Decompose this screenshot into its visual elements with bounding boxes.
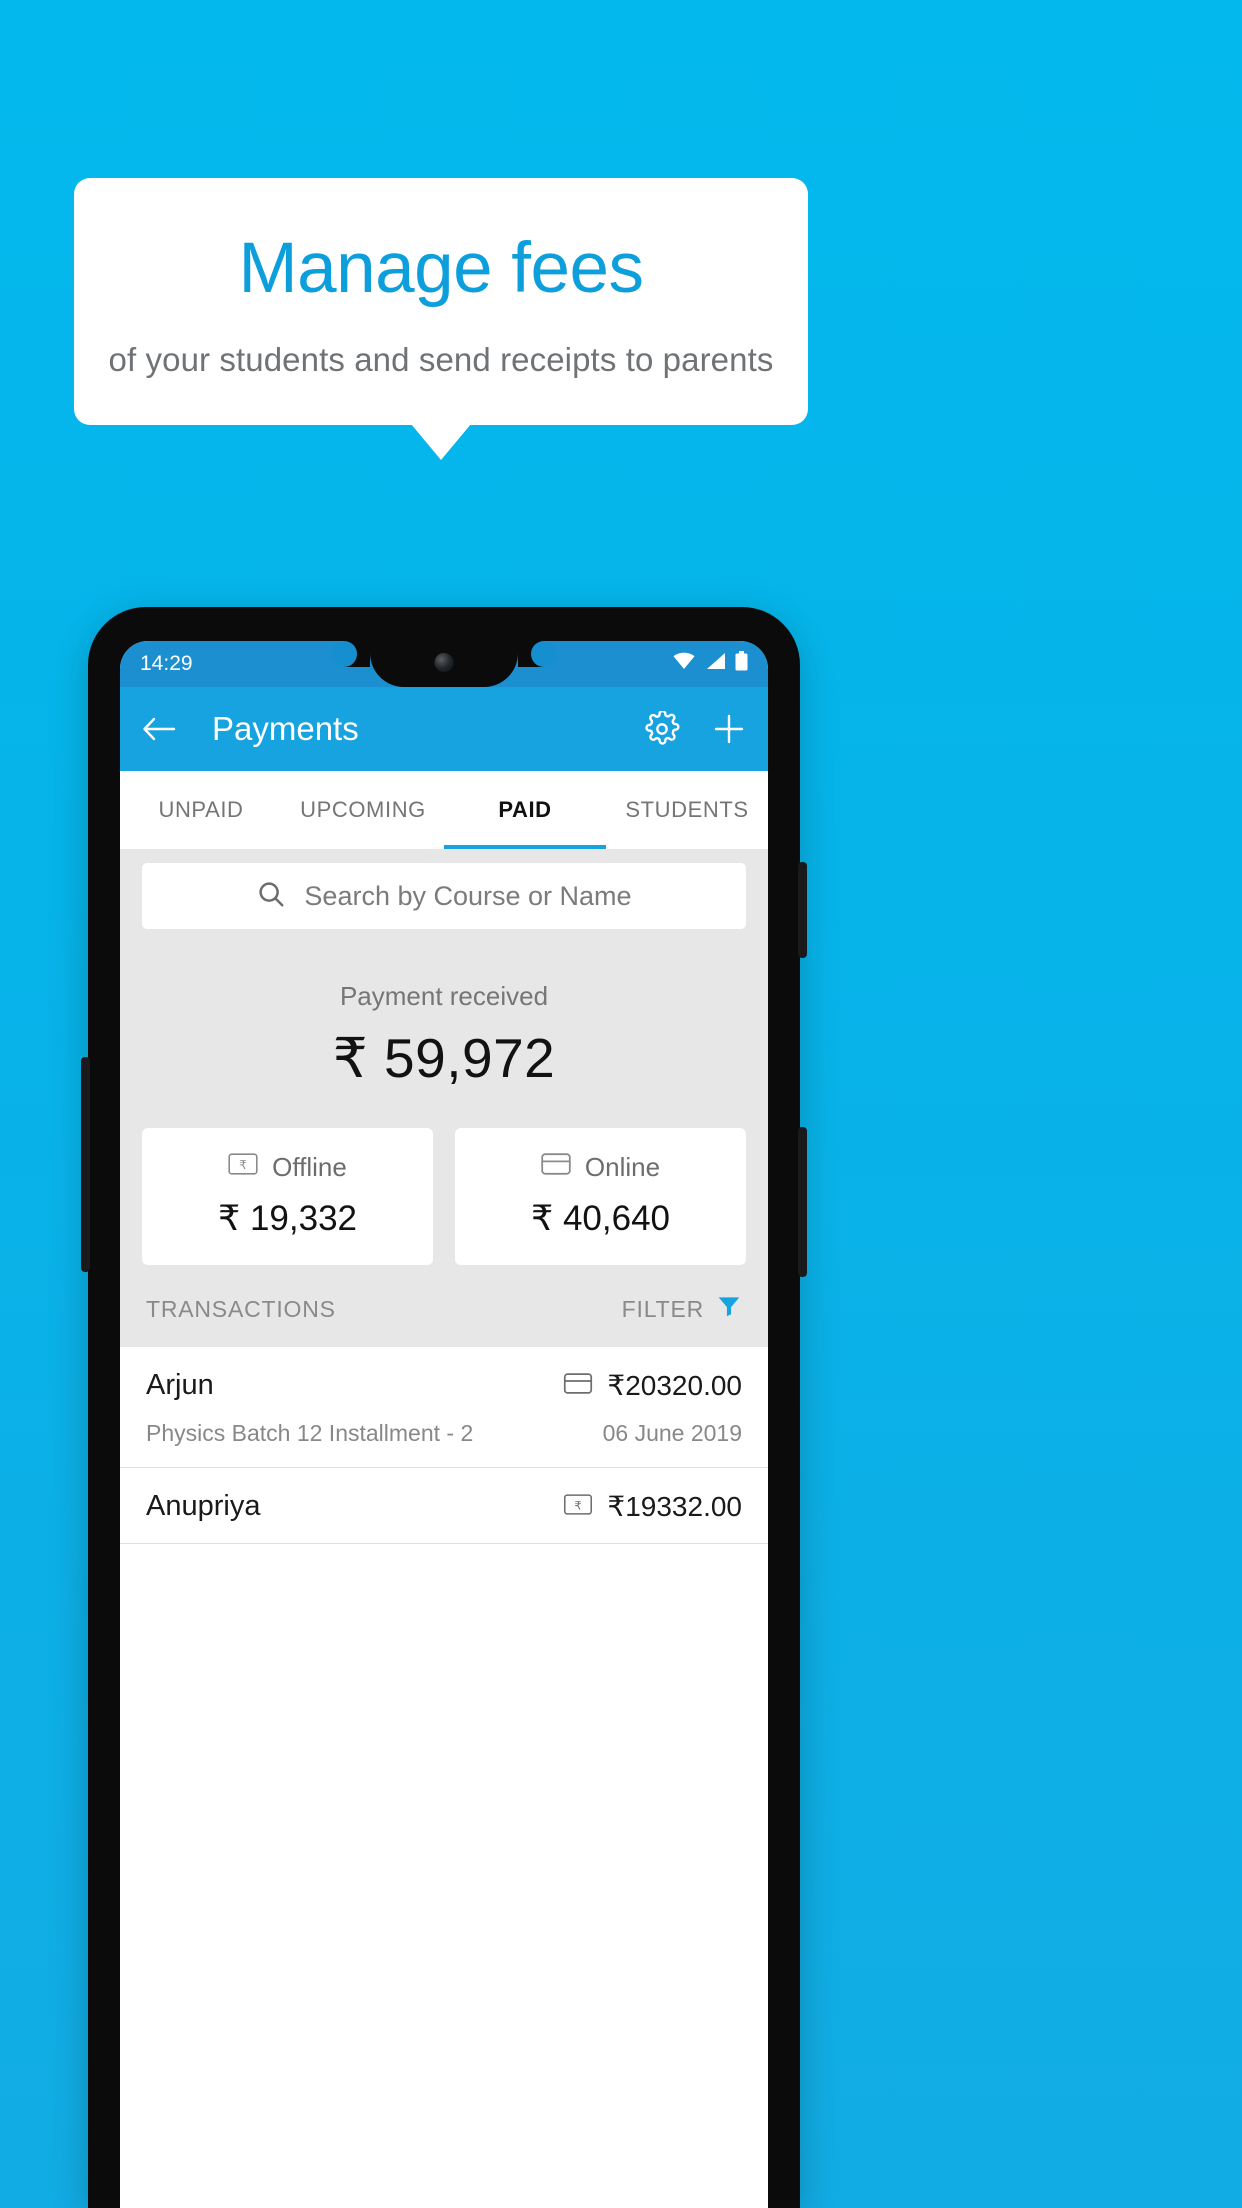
transaction-amount-group: ₹ ₹19332.00 [563,1490,742,1523]
tab-students[interactable]: STUDENTS [606,771,768,849]
transaction-amount: ₹19332.00 [607,1491,742,1522]
transaction-date: 06 June 2019 [602,1420,742,1446]
filter-label: FILTER [621,1295,704,1322]
phone-mockup: 14:29 Payments UNPAID UPCOMING PAID STUD… [81,607,807,2208]
banknote-rupee-icon: ₹ [563,1491,593,1523]
transaction-course: Physics Batch 12 Installment - 2 [146,1420,474,1446]
tab-bar: UNPAID UPCOMING PAID STUDENTS [120,771,768,849]
page-title: Payments [212,710,359,747]
credit-card-icon [541,1152,571,1183]
tab-paid[interactable]: PAID [444,771,606,849]
search-icon [256,879,286,914]
phone-screen: 14:29 Payments UNPAID UPCOMING PAID STUD… [120,641,768,2208]
signal-icon [705,652,726,676]
promo-callout: Manage fees of your students and send re… [74,178,808,460]
offline-card[interactable]: ₹ Offline ₹ 19,332 [142,1128,433,1265]
notch-ear-left [331,641,370,667]
tab-unpaid[interactable]: UNPAID [120,771,282,849]
svg-text:₹: ₹ [239,1158,247,1172]
table-row[interactable]: Arjun ₹20320.00 Physics Batch 12 Install… [120,1347,768,1468]
battery-icon [735,651,748,677]
transaction-amount: ₹20320.00 [607,1370,742,1401]
app-bar: Payments [120,687,768,771]
transactions-header: TRANSACTIONS FILTER [120,1265,768,1347]
offline-label: Offline [272,1152,347,1182]
transactions-title: TRANSACTIONS [146,1295,336,1322]
svg-text:₹: ₹ [575,1498,582,1512]
search-input[interactable]: Search by Course or Name [142,863,746,929]
table-row[interactable]: Anupriya ₹ ₹19332.00 [120,1468,768,1544]
transaction-amount-group: ₹20320.00 [563,1369,742,1402]
volume-button [798,1127,807,1277]
banknote-rupee-icon: ₹ [228,1152,258,1183]
status-icon-group [672,651,748,677]
promo-subtitle: of your students and send receipts to pa… [108,340,774,378]
promo-card: Manage fees of your students and send re… [74,178,808,425]
online-card[interactable]: Online ₹ 40,640 [455,1128,746,1265]
display-notch [370,641,518,687]
transaction-row-main: Anupriya ₹ ₹19332.00 [146,1490,742,1523]
callout-tail-icon [411,423,471,460]
online-card-head: Online [465,1152,736,1183]
power-button [798,862,807,958]
transaction-name: Anupriya [146,1490,261,1522]
arrow-left-icon[interactable] [142,716,176,742]
tab-upcoming[interactable]: UPCOMING [282,771,444,849]
transaction-row-main: Arjun ₹20320.00 [146,1369,742,1402]
front-camera-icon [434,653,454,672]
side-button [81,1057,90,1272]
online-amount: ₹ 40,640 [530,1199,671,1238]
notch-ear-right [518,641,557,667]
filter-button[interactable]: FILTER [622,1293,742,1325]
summary-cards: ₹ Offline ₹ 19,332 Online ₹ 40,640 [142,1128,746,1265]
transaction-row-meta: Physics Batch 12 Installment - 2 06 June… [146,1420,742,1447]
payment-received-amount: ₹ 59,972 [332,1027,556,1089]
offline-card-head: ₹ Offline [152,1152,423,1183]
promo-title: Manage fees [238,229,644,308]
content-area: Search by Course or Name Payment receive… [120,849,768,1544]
gear-icon[interactable] [644,711,680,747]
plus-icon[interactable] [712,712,746,746]
wifi-icon [672,652,696,676]
search-placeholder: Search by Course or Name [304,880,632,911]
payment-received-label: Payment received [339,981,549,1011]
status-time: 14:29 [140,652,193,675]
online-label: Online [584,1152,661,1182]
credit-card-icon [563,1370,593,1402]
funnel-icon [716,1293,742,1325]
offline-amount: ₹ 19,332 [217,1199,358,1238]
transaction-name: Arjun [146,1369,214,1401]
transactions-list: Arjun ₹20320.00 Physics Batch 12 Install… [120,1347,768,1544]
